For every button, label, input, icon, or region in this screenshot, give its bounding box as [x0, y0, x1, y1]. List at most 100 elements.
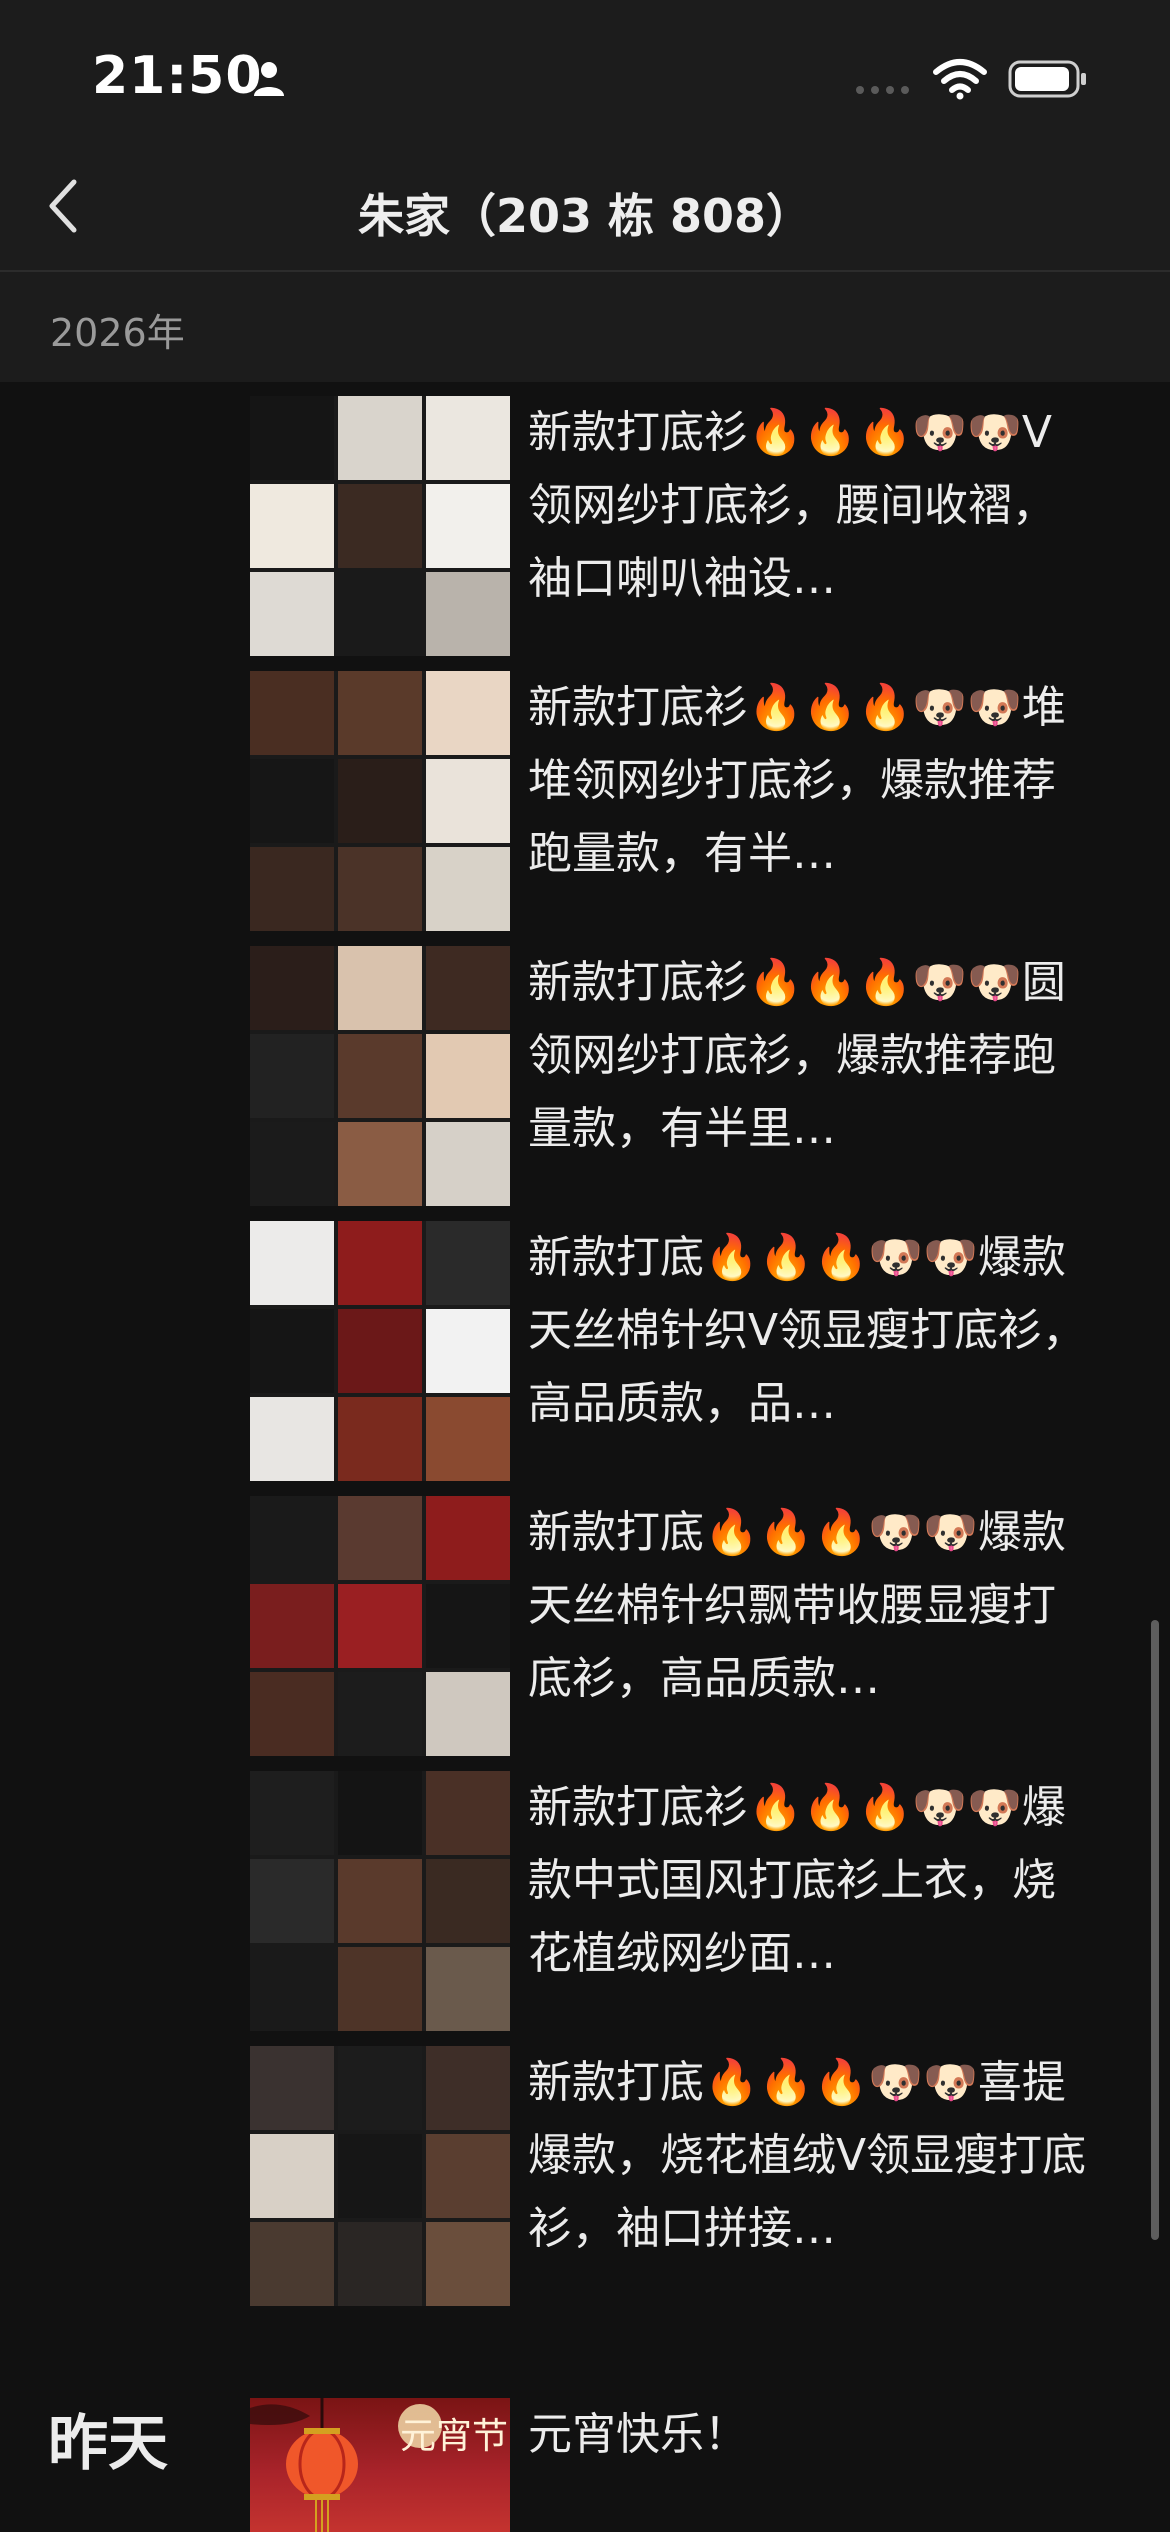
product-photo — [250, 484, 334, 568]
product-photo — [250, 1496, 334, 1580]
product-photo — [250, 1397, 334, 1481]
product-photo — [426, 1672, 510, 1756]
product-photo — [338, 671, 422, 755]
product-photo — [338, 1771, 422, 1855]
product-photo — [338, 2222, 422, 2306]
cellular-signal-icon — [856, 86, 909, 94]
lantern-illustration: 元宵节 — [250, 2398, 508, 2532]
product-photo — [338, 946, 422, 1030]
product-photo — [338, 572, 422, 656]
status-time: 21:50 — [92, 46, 263, 106]
post-image-lantern-festival[interactable]: 元宵节 — [250, 2398, 510, 2532]
post-item[interactable]: 新款打底衫🔥🔥🔥🐶🐶V领网纱打底衫，腰间收褶，袖口喇叭袖设… — [0, 382, 1170, 656]
post-item[interactable]: 新款打底🔥🔥🔥🐶🐶喜提爆款，烧花植绒V领显瘦打底衫，袖口拼接… — [0, 2032, 1170, 2306]
post-image-grid[interactable] — [250, 671, 510, 931]
product-photo — [426, 2046, 510, 2130]
product-photo — [338, 396, 422, 480]
product-photo — [426, 2134, 510, 2218]
product-photo — [426, 484, 510, 568]
product-photo — [338, 847, 422, 931]
product-photo — [338, 1947, 422, 2031]
post-item[interactable]: 新款打底衫🔥🔥🔥🐶🐶堆堆领网纱打底衫，爆款推荐跑量款，有半… — [0, 657, 1170, 931]
product-photo — [426, 396, 510, 480]
product-photo — [338, 1584, 422, 1668]
wifi-icon — [933, 59, 987, 100]
post-image-grid[interactable] — [250, 2046, 510, 2306]
product-photo — [338, 1309, 422, 1393]
product-photo — [338, 1034, 422, 1118]
product-photo — [250, 1584, 334, 1668]
person-icon — [254, 62, 284, 96]
post-item[interactable]: 新款打底🔥🔥🔥🐶🐶爆款天丝棉针织飘带收腰显瘦打底衫，高品质款… — [0, 1482, 1170, 1756]
product-photo — [250, 1034, 334, 1118]
product-photo — [426, 1122, 510, 1206]
product-photo — [250, 847, 334, 931]
product-photo — [426, 946, 510, 1030]
product-photo — [426, 1034, 510, 1118]
product-photo — [426, 759, 510, 843]
post-text: 新款打底衫🔥🔥🔥🐶🐶圆领网纱打底衫，爆款推荐跑量款，有半里… — [528, 957, 1066, 1154]
post-text: 新款打底🔥🔥🔥🐶🐶爆款天丝棉针织飘带收腰显瘦打底衫，高品质款… — [528, 1507, 1066, 1704]
product-photo — [250, 1221, 334, 1305]
status-bar: 21:50 — [0, 0, 1170, 140]
product-photo — [250, 759, 334, 843]
product-photo — [338, 1859, 422, 1943]
post-text: 新款打底衫🔥🔥🔥🐶🐶爆款中式国风打底衫上衣，烧花植绒网纱面… — [528, 1782, 1066, 1979]
product-photo — [250, 946, 334, 1030]
product-photo — [338, 759, 422, 843]
post-text-yesterday: 元宵快乐！ — [528, 2409, 748, 2460]
post-item[interactable]: 新款打底衫🔥🔥🔥🐶🐶爆款中式国风打底衫上衣，烧花植绒网纱面… — [0, 1757, 1170, 2031]
post-item[interactable]: 新款打底🔥🔥🔥🐶🐶爆款天丝棉针织V领显瘦打底衫，高品质款，品… — [0, 1207, 1170, 1481]
product-photo — [250, 396, 334, 480]
product-photo — [250, 1947, 334, 2031]
product-photo — [250, 2134, 334, 2218]
product-photo — [250, 671, 334, 755]
post-text: 新款打底🔥🔥🔥🐶🐶爆款天丝棉针织V领显瘦打底衫，高品质款，品… — [528, 1232, 1087, 1429]
product-photo — [426, 1584, 510, 1668]
product-photo — [426, 847, 510, 931]
lantern-festival-char-1: 元宵节 — [400, 2416, 508, 2457]
product-photo — [250, 2222, 334, 2306]
day-label-yesterday: 昨天 — [48, 2409, 168, 2479]
product-photo — [426, 1397, 510, 1481]
battery-icon — [1008, 60, 1086, 98]
product-photo — [250, 1672, 334, 1756]
product-photo — [338, 1496, 422, 1580]
product-photo — [338, 1122, 422, 1206]
product-photo — [338, 1221, 422, 1305]
product-photo — [338, 484, 422, 568]
product-photo — [338, 2046, 422, 2130]
post-text: 新款打底🔥🔥🔥🐶🐶喜提爆款，烧花植绒V领显瘦打底衫，袖口拼接… — [528, 2057, 1087, 2254]
page-title: 朱家（203 栋 808） — [357, 189, 813, 243]
year-label: 2026年 — [50, 311, 185, 355]
product-photo — [426, 572, 510, 656]
product-photo — [338, 2134, 422, 2218]
product-photo — [250, 2046, 334, 2130]
product-photo — [426, 1859, 510, 1943]
post-image-grid[interactable] — [250, 946, 510, 1206]
product-photo — [250, 1859, 334, 1943]
product-photo — [250, 1771, 334, 1855]
post-image-grid[interactable] — [250, 396, 510, 656]
product-photo — [426, 2222, 510, 2306]
post-image-grid[interactable] — [250, 1221, 510, 1481]
product-photo — [250, 1309, 334, 1393]
scrollbar[interactable] — [1151, 1620, 1159, 2240]
product-photo — [338, 1397, 422, 1481]
post-text: 新款打底衫🔥🔥🔥🐶🐶V领网纱打底衫，腰间收褶，袖口喇叭袖设… — [528, 407, 1056, 604]
product-photo — [250, 1122, 334, 1206]
nav-bar: 朱家（203 栋 808） — [0, 140, 1170, 272]
product-photo — [338, 1672, 422, 1756]
product-photo — [426, 1947, 510, 2031]
post-item[interactable]: 新款打底衫🔥🔥🔥🐶🐶圆领网纱打底衫，爆款推荐跑量款，有半里… — [0, 932, 1170, 1206]
year-section-header: 2026年 — [0, 272, 1170, 382]
product-photo — [426, 671, 510, 755]
product-photo — [426, 1309, 510, 1393]
post-image-grid[interactable] — [250, 1496, 510, 1756]
product-photo — [426, 1221, 510, 1305]
post-text: 新款打底衫🔥🔥🔥🐶🐶堆堆领网纱打底衫，爆款推荐跑量款，有半… — [528, 682, 1066, 879]
product-photo — [426, 1771, 510, 1855]
product-photo — [250, 572, 334, 656]
product-photo — [426, 1496, 510, 1580]
post-image-grid[interactable] — [250, 1771, 510, 2031]
